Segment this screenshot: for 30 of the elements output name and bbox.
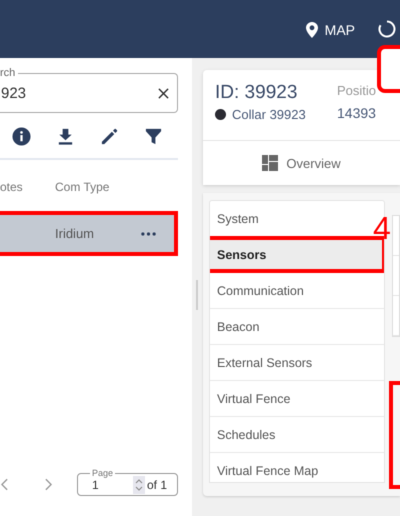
menu-item[interactable]: Virtual Fence Map <box>210 453 384 482</box>
device-name: Collar 39923 <box>232 107 306 122</box>
menu-item[interactable]: Virtual Fence <box>210 381 384 417</box>
menu-item[interactable]: Communication <box>210 273 384 309</box>
device-id: ID: 39923 <box>215 82 298 104</box>
previous-icon[interactable] <box>1 478 8 491</box>
map-pin-icon <box>306 22 318 38</box>
stepper-icon[interactable] <box>132 476 145 494</box>
loading-icon <box>377 19 397 39</box>
column-header[interactable]: otes <box>0 180 55 194</box>
next-icon[interactable] <box>45 478 52 491</box>
filter-icon[interactable] <box>144 127 163 146</box>
close-icon[interactable] <box>158 88 169 98</box>
pencil-icon[interactable] <box>100 127 119 146</box>
splitter-handle[interactable] <box>196 280 198 310</box>
info-icon[interactable] <box>12 127 31 146</box>
more-icon[interactable] <box>141 232 156 236</box>
position-value: 14393 <box>337 105 376 121</box>
table-row[interactable]: Iridium <box>0 212 176 255</box>
map-link[interactable]: MAP <box>306 20 355 38</box>
dashboard-icon <box>262 155 278 171</box>
column-header[interactable]: Com Type <box>55 180 110 194</box>
menu-item[interactable]: External Sensors <box>210 345 384 381</box>
table-cell-text: Iridium <box>55 226 96 241</box>
overview-tab[interactable]: Overview <box>256 141 347 185</box>
menu-item[interactable]: Schedules <box>210 417 384 453</box>
download-icon[interactable] <box>56 127 75 146</box>
position-label: Positio <box>337 83 376 98</box>
menu-item[interactable]: Beacon <box>210 309 384 345</box>
menu-item[interactable]: Sensors <box>210 237 384 273</box>
